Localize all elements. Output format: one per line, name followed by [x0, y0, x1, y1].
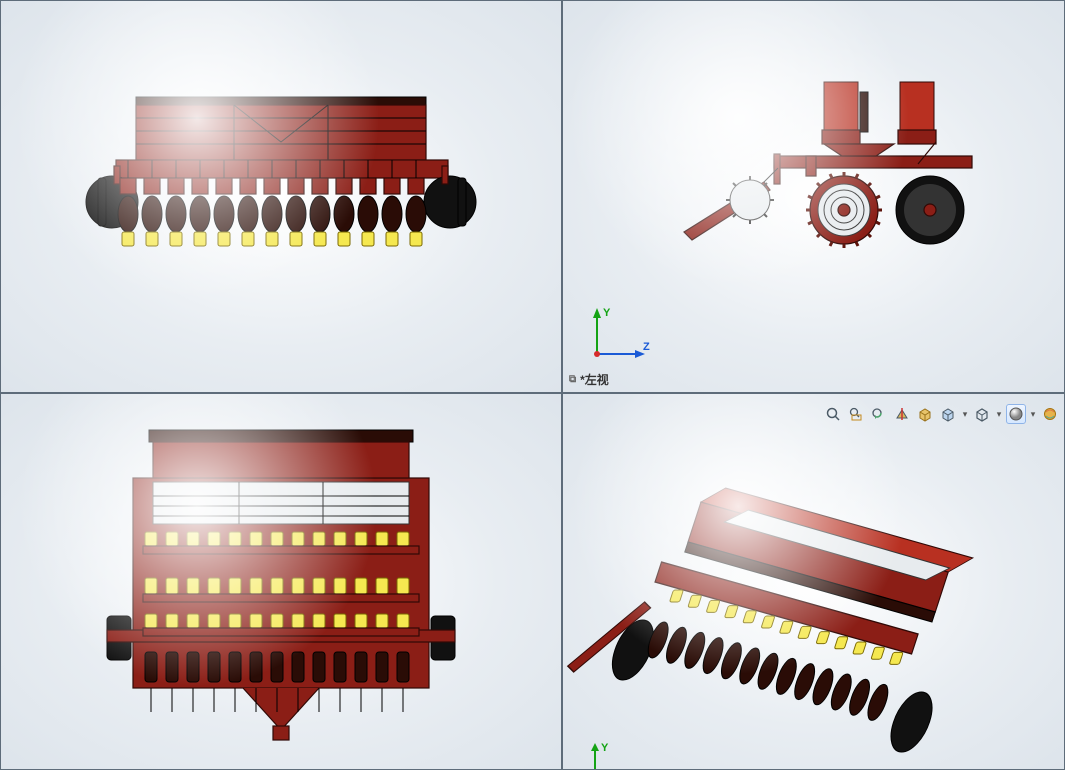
viewport-top[interactable]	[0, 393, 562, 770]
view-label-left: ⧉ *左视	[569, 371, 609, 388]
display-style-caret[interactable]: ▾	[961, 404, 969, 424]
zoom-area-button[interactable]	[846, 404, 866, 424]
viewport-iso[interactable]: ▾ ▾ ▾	[562, 393, 1065, 770]
previous-view-button[interactable]	[869, 404, 889, 424]
model-top	[1, 394, 561, 769]
model-front	[1, 1, 561, 392]
section-view-button[interactable]	[892, 404, 912, 424]
apply-scene-button[interactable]	[1040, 404, 1060, 424]
svg-text:Y: Y	[601, 742, 609, 754]
axis-triad-yz: Y Z	[585, 302, 665, 372]
svg-text:Z: Z	[643, 341, 650, 353]
edit-appearance-button[interactable]	[1006, 404, 1026, 424]
viewport-front[interactable]	[0, 0, 562, 393]
axis-triad-iso: Y	[585, 741, 625, 770]
view-label-text: *左视	[580, 371, 609, 388]
svg-text:Y: Y	[603, 307, 611, 319]
view-orientation-button[interactable]	[915, 404, 935, 424]
hide-show-caret[interactable]: ▾	[995, 404, 1003, 424]
edit-appearance-caret[interactable]: ▾	[1029, 404, 1037, 424]
display-style-button[interactable]	[938, 404, 958, 424]
link-icon: ⧉	[569, 374, 576, 385]
viewport-left[interactable]: Y Z ⧉ *左视	[562, 0, 1065, 393]
model-iso	[563, 394, 1064, 769]
heads-up-toolbar: ▾ ▾ ▾	[823, 404, 1060, 424]
hide-show-button[interactable]	[972, 404, 992, 424]
zoom-fit-button[interactable]	[823, 404, 843, 424]
